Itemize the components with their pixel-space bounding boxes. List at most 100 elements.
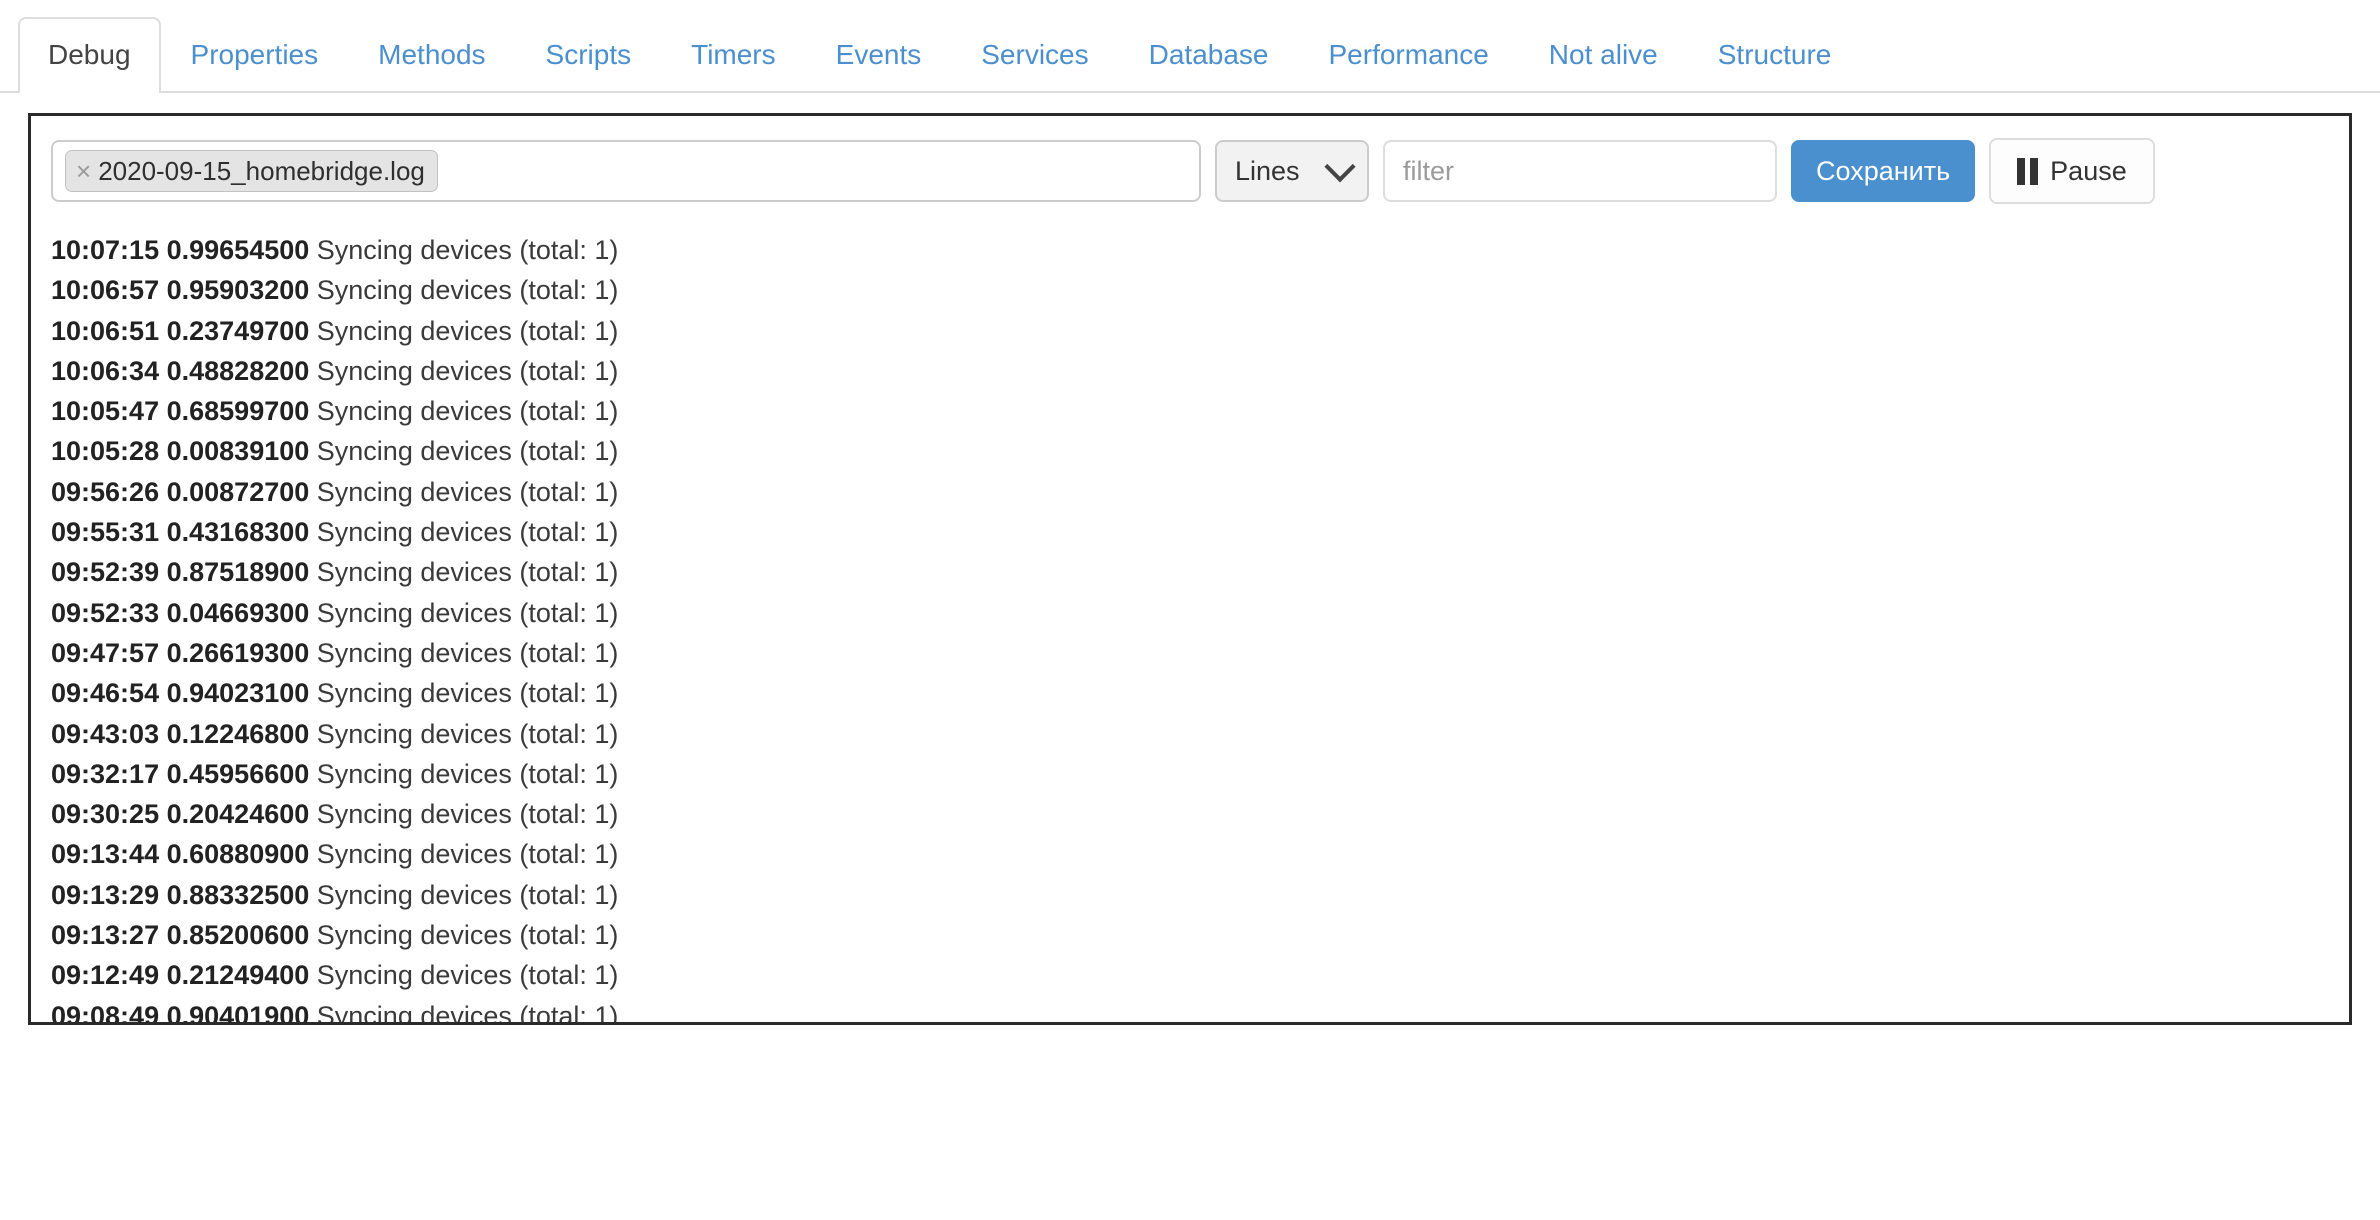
log-line-fraction: 0.23749700 — [167, 316, 310, 346]
log-file-tag[interactable]: × 2020-09-15_homebridge.log — [65, 150, 438, 192]
tab-timers[interactable]: Timers — [661, 17, 806, 93]
log-line-message: Syncing devices (total: 1) — [317, 598, 619, 628]
lines-select-value: Lines — [1235, 156, 1300, 187]
log-line-fraction: 0.95903200 — [167, 275, 310, 305]
log-line-message: Syncing devices (total: 1) — [317, 436, 619, 466]
log-line: 10:06:34 0.48828200 Syncing devices (tot… — [51, 351, 2329, 391]
log-line: 10:05:28 0.00839100 Syncing devices (tot… — [51, 431, 2329, 471]
log-line-fraction: 0.99654500 — [167, 235, 310, 265]
log-line-fraction: 0.26619300 — [167, 638, 310, 668]
log-line-time: 09:12:49 — [51, 960, 159, 990]
log-line-time: 10:06:57 — [51, 275, 159, 305]
log-line: 09:52:33 0.04669300 Syncing devices (tot… — [51, 593, 2329, 633]
log-line: 10:06:57 0.95903200 Syncing devices (tot… — [51, 270, 2329, 310]
log-line-fraction: 0.87518900 — [167, 557, 310, 587]
log-line-time: 09:13:44 — [51, 839, 159, 869]
log-line-message: Syncing devices (total: 1) — [317, 719, 619, 749]
log-line: 09:56:26 0.00872700 Syncing devices (tot… — [51, 472, 2329, 512]
log-line: 09:32:17 0.45956600 Syncing devices (tot… — [51, 754, 2329, 794]
log-line-time: 09:55:31 — [51, 517, 159, 547]
log-line-time: 09:43:03 — [51, 719, 159, 749]
tab-bar: DebugPropertiesMethodsScriptsTimersEvent… — [0, 0, 2380, 93]
log-line-fraction: 0.90401900 — [167, 1001, 310, 1025]
log-line-message: Syncing devices (total: 1) — [317, 316, 619, 346]
log-line: 09:13:44 0.60880900 Syncing devices (tot… — [51, 834, 2329, 874]
tab-database[interactable]: Database — [1119, 17, 1299, 93]
log-line-fraction: 0.45956600 — [167, 759, 310, 789]
log-line-message: Syncing devices (total: 1) — [317, 799, 619, 829]
save-button[interactable]: Сохранить — [1791, 140, 1975, 202]
log-line-message: Syncing devices (total: 1) — [317, 275, 619, 305]
log-line: 10:05:47 0.68599700 Syncing devices (tot… — [51, 391, 2329, 431]
log-line-fraction: 0.88332500 — [167, 880, 310, 910]
log-line-fraction: 0.85200600 — [167, 920, 310, 950]
tab-debug[interactable]: Debug — [18, 17, 161, 93]
debug-toolbar: × 2020-09-15_homebridge.log Lines Сохран… — [31, 138, 2349, 204]
log-line-time: 09:47:57 — [51, 638, 159, 668]
tab-performance[interactable]: Performance — [1299, 17, 1519, 93]
pause-button-label: Pause — [2050, 156, 2127, 187]
log-line-message: Syncing devices (total: 1) — [317, 557, 619, 587]
log-line-message: Syncing devices (total: 1) — [317, 960, 619, 990]
log-line: 09:12:49 0.21249400 Syncing devices (tot… — [51, 955, 2329, 995]
log-line-fraction: 0.94023100 — [167, 678, 310, 708]
log-line-time: 10:06:34 — [51, 356, 159, 386]
log-line-fraction: 0.20424600 — [167, 799, 310, 829]
log-line-fraction: 0.21249400 — [167, 960, 310, 990]
log-line-message: Syncing devices (total: 1) — [317, 235, 619, 265]
log-line-message: Syncing devices (total: 1) — [317, 396, 619, 426]
log-line-message: Syncing devices (total: 1) — [317, 880, 619, 910]
tab-not-alive[interactable]: Not alive — [1519, 17, 1688, 93]
tab-scripts[interactable]: Scripts — [516, 17, 662, 93]
debug-panel: × 2020-09-15_homebridge.log Lines Сохран… — [28, 113, 2352, 1025]
log-line: 09:08:49 0.90401900 Syncing devices (tot… — [51, 996, 2329, 1025]
pause-button[interactable]: Pause — [1989, 138, 2155, 204]
log-line: 10:06:51 0.23749700 Syncing devices (tot… — [51, 311, 2329, 351]
log-line-message: Syncing devices (total: 1) — [317, 1001, 619, 1025]
log-line-time: 09:13:27 — [51, 920, 159, 950]
tab-properties[interactable]: Properties — [161, 17, 349, 93]
log-line-message: Syncing devices (total: 1) — [317, 356, 619, 386]
log-line-time: 09:46:54 — [51, 678, 159, 708]
log-line-fraction: 0.12246800 — [167, 719, 310, 749]
remove-tag-icon[interactable]: × — [76, 158, 91, 184]
log-line-message: Syncing devices (total: 1) — [317, 839, 619, 869]
log-line: 09:43:03 0.12246800 Syncing devices (tot… — [51, 714, 2329, 754]
tab-services[interactable]: Services — [951, 17, 1118, 93]
lines-select[interactable]: Lines — [1215, 140, 1369, 202]
chevron-down-icon — [1324, 151, 1355, 182]
log-line-fraction: 0.60880900 — [167, 839, 310, 869]
log-line-fraction: 0.00872700 — [167, 477, 310, 507]
tab-methods[interactable]: Methods — [348, 17, 515, 93]
log-line-message: Syncing devices (total: 1) — [317, 920, 619, 950]
log-line: 09:13:29 0.88332500 Syncing devices (tot… — [51, 875, 2329, 915]
tab-events[interactable]: Events — [806, 17, 952, 93]
log-line-message: Syncing devices (total: 1) — [317, 638, 619, 668]
log-line-fraction: 0.43168300 — [167, 517, 310, 547]
tab-structure[interactable]: Structure — [1688, 17, 1862, 93]
log-line: 10:07:15 0.99654500 Syncing devices (tot… — [51, 230, 2329, 270]
log-line: 09:55:31 0.43168300 Syncing devices (tot… — [51, 512, 2329, 552]
filter-input[interactable] — [1383, 140, 1777, 202]
log-line-time: 09:52:33 — [51, 598, 159, 628]
log-line-message: Syncing devices (total: 1) — [317, 477, 619, 507]
log-file-tag-label: 2020-09-15_homebridge.log — [98, 156, 425, 187]
log-line: 09:47:57 0.26619300 Syncing devices (tot… — [51, 633, 2329, 673]
log-line-message: Syncing devices (total: 1) — [317, 517, 619, 547]
log-line-message: Syncing devices (total: 1) — [317, 678, 619, 708]
log-line-fraction: 0.48828200 — [167, 356, 310, 386]
log-line-time: 09:56:26 — [51, 477, 159, 507]
log-line-fraction: 0.68599700 — [167, 396, 310, 426]
log-line: 09:46:54 0.94023100 Syncing devices (tot… — [51, 673, 2329, 713]
log-line: 09:13:27 0.85200600 Syncing devices (tot… — [51, 915, 2329, 955]
pause-icon — [2017, 158, 2038, 185]
log-line: 09:30:25 0.20424600 Syncing devices (tot… — [51, 794, 2329, 834]
log-line-fraction: 0.00839100 — [167, 436, 310, 466]
log-line-fraction: 0.04669300 — [167, 598, 310, 628]
log-file-selector[interactable]: × 2020-09-15_homebridge.log — [51, 140, 1201, 202]
log-output: 10:07:15 0.99654500 Syncing devices (tot… — [31, 204, 2349, 1025]
log-line-time: 09:30:25 — [51, 799, 159, 829]
log-line-message: Syncing devices (total: 1) — [317, 759, 619, 789]
log-line-time: 10:05:28 — [51, 436, 159, 466]
log-line-time: 09:13:29 — [51, 880, 159, 910]
